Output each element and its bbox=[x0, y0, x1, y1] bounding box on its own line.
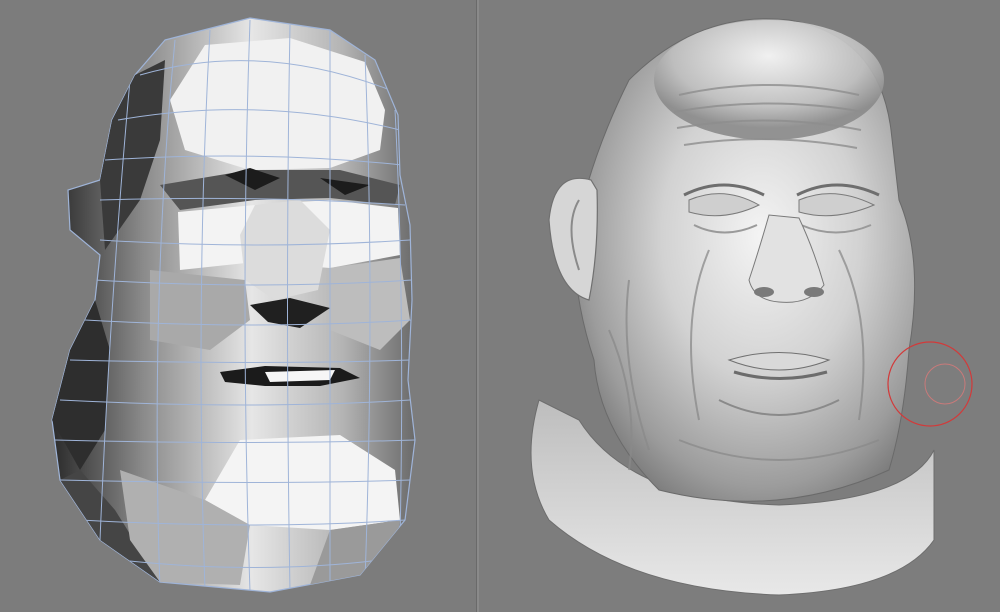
lowpoly-viewport[interactable] bbox=[0, 0, 476, 612]
sculpt-viewport[interactable] bbox=[479, 0, 1000, 612]
sculpt-ear bbox=[548, 177, 598, 301]
lowpoly-head-mesh[interactable] bbox=[0, 0, 476, 612]
sculpt-cranium bbox=[654, 20, 884, 140]
sculpt-app-window bbox=[0, 0, 1000, 612]
brush-inner-ring bbox=[924, 363, 966, 405]
sculpted-head-model[interactable] bbox=[479, 0, 1000, 612]
